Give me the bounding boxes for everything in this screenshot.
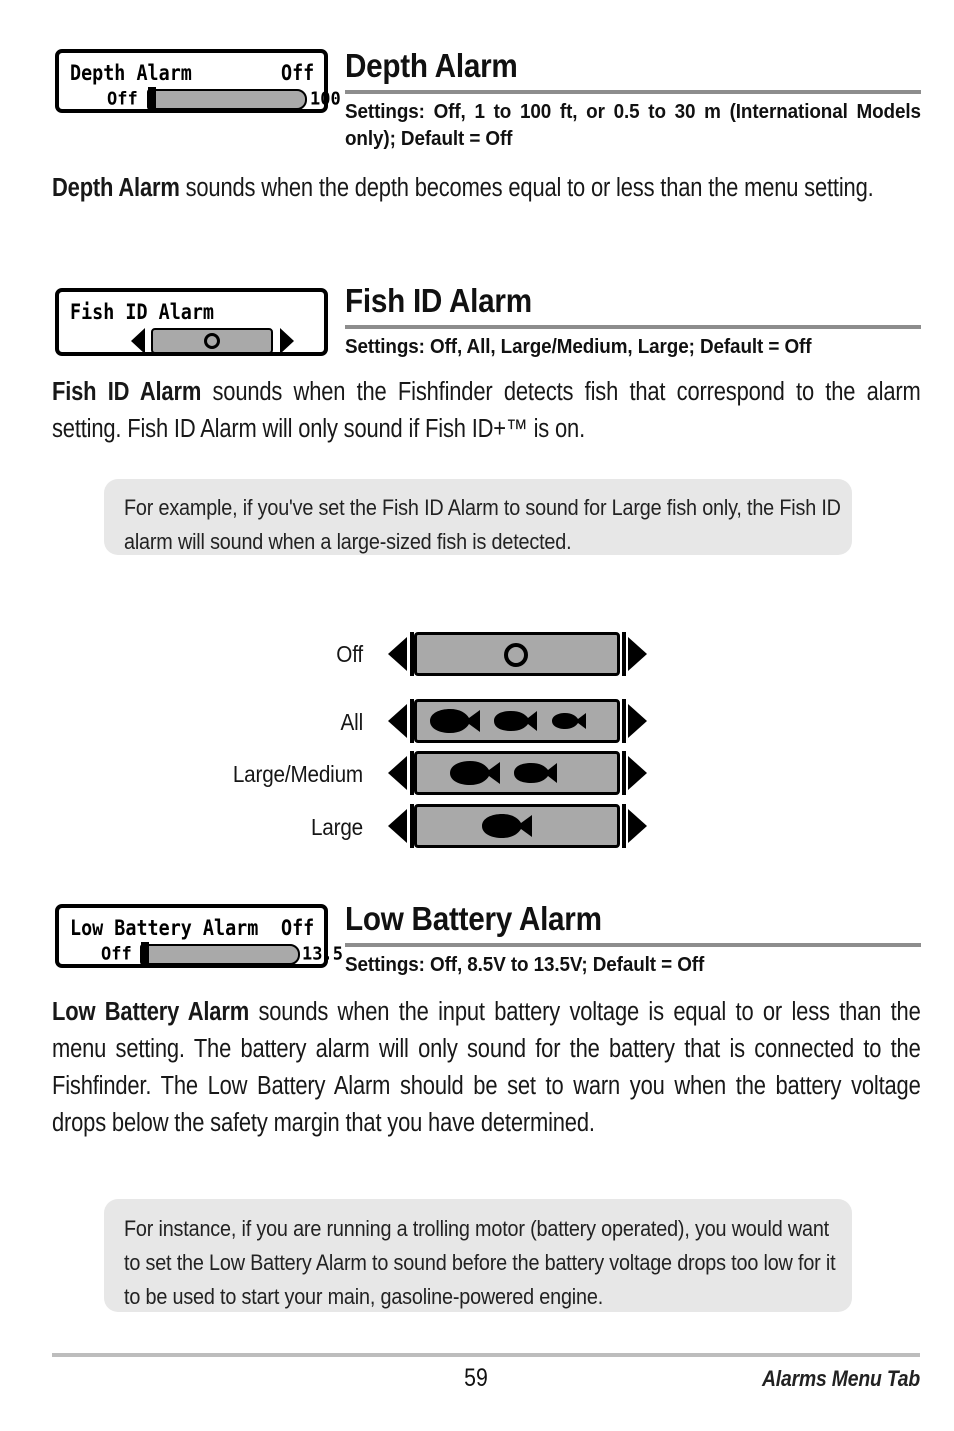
left-arrow-icon[interactable] <box>388 809 407 843</box>
low-battery-alarm-settings: Settings: Off, 8.5V to 13.5V; Default = … <box>345 953 705 976</box>
fish-option-row-large[interactable] <box>388 804 650 848</box>
fish-id-alarm-heading: Fish ID Alarm <box>345 282 532 319</box>
left-arrow-icon[interactable] <box>131 328 145 354</box>
depth-alarm-heading: Depth Alarm <box>345 47 518 84</box>
right-divider <box>622 804 626 848</box>
low-battery-alarm-slider-track[interactable] <box>140 944 300 965</box>
fish-id-alarm-menu-widget: Fish ID Alarm <box>55 288 328 356</box>
manual-page: Depth Alarm Off Off 100 Depth Alarm Sett… <box>0 0 954 1431</box>
fish-id-alarm-widget-choicebar[interactable] <box>59 328 324 354</box>
fish-option-label-off: Off <box>336 641 363 667</box>
fish-large-icon <box>480 812 538 845</box>
depth-alarm-settings: Settings: Off, 1 to 100 ft, or 0.5 to 30… <box>345 100 921 150</box>
fish-option-row-all[interactable] <box>388 699 650 743</box>
fish-id-alarm-heading-rule <box>345 325 921 329</box>
left-arrow-icon[interactable] <box>388 756 407 790</box>
fish-id-alarm-settings: Settings: Off, All, Large/Medium, Large;… <box>345 335 812 358</box>
left-arrow-icon[interactable] <box>388 637 407 671</box>
fish-small-icon <box>550 712 590 735</box>
fish-id-alarm-paragraph-term: Fish ID Alarm <box>52 378 202 406</box>
right-arrow-icon[interactable] <box>280 328 294 354</box>
fish-option-label-all: All <box>340 709 364 735</box>
right-divider <box>622 699 626 743</box>
fish-off-circle-icon <box>204 333 220 349</box>
low-battery-alarm-slider-max-label: 13.5 <box>302 944 343 965</box>
depth-alarm-paragraph-body: sounds when the depth becomes equal to o… <box>179 174 874 202</box>
low-battery-alarm-widget-value: Off <box>281 915 315 941</box>
low-battery-alarm-heading-rule <box>345 943 921 947</box>
fish-medium-icon <box>492 709 542 738</box>
low-battery-alarm-callout: For instance, if you are running a troll… <box>104 1199 852 1312</box>
right-arrow-icon[interactable] <box>628 704 647 738</box>
low-battery-alarm-widget-title: Low Battery Alarm <box>70 915 259 941</box>
fish-option-row-off[interactable] <box>388 632 650 676</box>
fish-id-alarm-callout: For example, if you've set the Fish ID A… <box>104 479 852 555</box>
fish-option-label-large: Large <box>310 814 363 840</box>
fish-id-alarm-callout-text: For example, if you've set the Fish ID A… <box>124 495 841 554</box>
right-divider <box>622 632 626 676</box>
right-divider <box>622 751 626 795</box>
fish-option-row-large-medium[interactable] <box>388 751 650 795</box>
fish-option-label-large-medium: Large/Medium <box>232 761 363 787</box>
right-arrow-icon[interactable] <box>628 809 647 843</box>
low-battery-alarm-menu-widget: Low Battery Alarm Off Off 13.5 <box>55 904 343 968</box>
low-battery-alarm-slider-min-label: Off <box>101 944 132 965</box>
fish-id-alarm-paragraph: Fish ID Alarm sounds when the Fishfinder… <box>52 374 921 448</box>
page-number: 59 <box>464 1364 488 1392</box>
low-battery-alarm-slider-thumb[interactable] <box>141 942 149 967</box>
depth-alarm-paragraph-term: Depth Alarm <box>52 174 180 202</box>
fish-off-circle-icon <box>504 643 528 667</box>
fish-large-icon <box>428 707 486 740</box>
right-arrow-icon[interactable] <box>628 637 647 671</box>
depth-alarm-slider-max-label: 100 <box>310 89 341 110</box>
fish-id-alarm-widget-title: Fish ID Alarm <box>70 299 215 325</box>
low-battery-alarm-paragraph: Low Battery Alarm sounds when the input … <box>52 994 921 1142</box>
right-arrow-icon[interactable] <box>628 756 647 790</box>
left-arrow-icon[interactable] <box>388 704 407 738</box>
low-battery-alarm-paragraph-term: Low Battery Alarm <box>52 998 250 1026</box>
footer-divider <box>52 1353 920 1357</box>
low-battery-alarm-callout-text: For instance, if you are running a troll… <box>124 1216 836 1309</box>
depth-alarm-menu-widget: Depth Alarm Off Off 100 <box>55 49 341 113</box>
depth-alarm-slider-min-label: Off <box>107 89 138 110</box>
depth-alarm-slider-thumb[interactable] <box>148 87 156 112</box>
fish-medium-icon <box>512 761 562 790</box>
low-battery-alarm-heading: Low Battery Alarm <box>345 900 602 937</box>
depth-alarm-paragraph: Depth Alarm sounds when the depth become… <box>52 170 921 207</box>
depth-alarm-widget-value: Off <box>281 60 315 86</box>
fish-large-icon <box>448 759 506 792</box>
depth-alarm-widget-title: Depth Alarm <box>70 60 192 86</box>
depth-alarm-slider-track[interactable] <box>147 89 307 110</box>
footer-section-title: Alarms Menu Tab <box>761 1366 920 1391</box>
depth-alarm-heading-rule <box>345 90 921 94</box>
